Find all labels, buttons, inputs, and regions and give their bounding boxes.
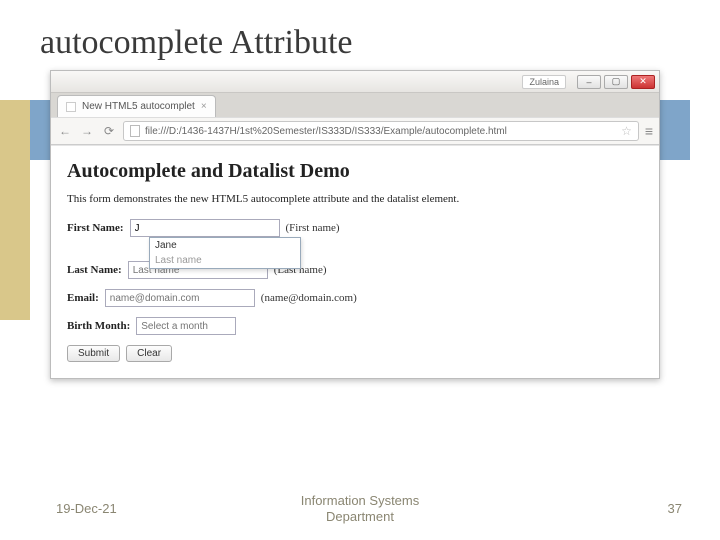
- footer-page-number: 37: [668, 501, 682, 516]
- slide-title: autocomplete Attribute: [0, 0, 720, 70]
- address-bar[interactable]: file:///D:/1436-1437H/1st%20Semester/IS3…: [123, 121, 639, 141]
- user-badge: Zulaina: [522, 75, 566, 89]
- nav-toolbar: ← → ⟳ file:///D:/1436-1437H/1st%20Semest…: [51, 117, 659, 145]
- page-heading: Autocomplete and Datalist Demo: [67, 160, 643, 183]
- clear-button[interactable]: Clear: [126, 345, 172, 362]
- page-description: This form demonstrates the new HTML5 aut…: [67, 193, 643, 205]
- maximize-button[interactable]: ▢: [604, 75, 628, 89]
- last-name-label: Last Name:: [67, 264, 122, 276]
- slide-body: Zulaina – ▢ ✕ New HTML5 autocomplet × ← …: [40, 70, 680, 430]
- footer-department: Information Systems Department: [301, 493, 420, 524]
- email-label: Email:: [67, 292, 99, 304]
- window-titlebar: Zulaina – ▢ ✕: [51, 71, 659, 93]
- email-input[interactable]: [105, 289, 255, 307]
- forward-button[interactable]: →: [79, 123, 95, 139]
- first-name-input[interactable]: [130, 219, 280, 237]
- first-name-label: First Name:: [67, 222, 124, 234]
- bookmark-star-icon[interactable]: ☆: [621, 124, 632, 138]
- autocomplete-option[interactable]: Jane: [150, 238, 300, 253]
- footer-date: 19-Dec-21: [56, 501, 117, 516]
- reload-button[interactable]: ⟳: [101, 123, 117, 139]
- accent-gold-bar: [0, 100, 30, 320]
- email-row: Email: (name@domain.com): [67, 289, 643, 307]
- autocomplete-placeholder-row: Last name: [150, 253, 300, 268]
- first-name-hint: (First name): [286, 222, 340, 234]
- menu-button[interactable]: ≡: [645, 123, 653, 139]
- email-hint: (name@domain.com): [261, 292, 357, 304]
- birth-month-row: Birth Month:: [67, 317, 643, 335]
- autocomplete-popup[interactable]: Jane Last name: [149, 237, 301, 269]
- birth-month-label: Birth Month:: [67, 320, 130, 332]
- submit-button[interactable]: Submit: [67, 345, 120, 362]
- back-button[interactable]: ←: [57, 123, 73, 139]
- first-name-row: First Name: (First name) Jane Last name: [67, 219, 643, 237]
- file-favicon-icon: [66, 102, 76, 112]
- tab-strip: New HTML5 autocomplet ×: [51, 93, 659, 117]
- slide-footer: 19-Dec-21 Information Systems Department…: [0, 501, 720, 516]
- browser-tab[interactable]: New HTML5 autocomplet ×: [57, 95, 216, 117]
- minimize-button[interactable]: –: [577, 75, 601, 89]
- browser-window: Zulaina – ▢ ✕ New HTML5 autocomplet × ← …: [50, 70, 660, 379]
- birth-month-input[interactable]: [136, 317, 236, 335]
- tab-title: New HTML5 autocomplet: [82, 101, 195, 112]
- page-viewport: Autocomplete and Datalist Demo This form…: [51, 145, 659, 378]
- file-scheme-icon: [130, 125, 140, 137]
- form-button-row: Submit Clear: [67, 345, 643, 362]
- close-button[interactable]: ✕: [631, 75, 655, 89]
- tab-close-icon[interactable]: ×: [201, 101, 207, 112]
- url-text: file:///D:/1436-1437H/1st%20Semester/IS3…: [145, 126, 616, 137]
